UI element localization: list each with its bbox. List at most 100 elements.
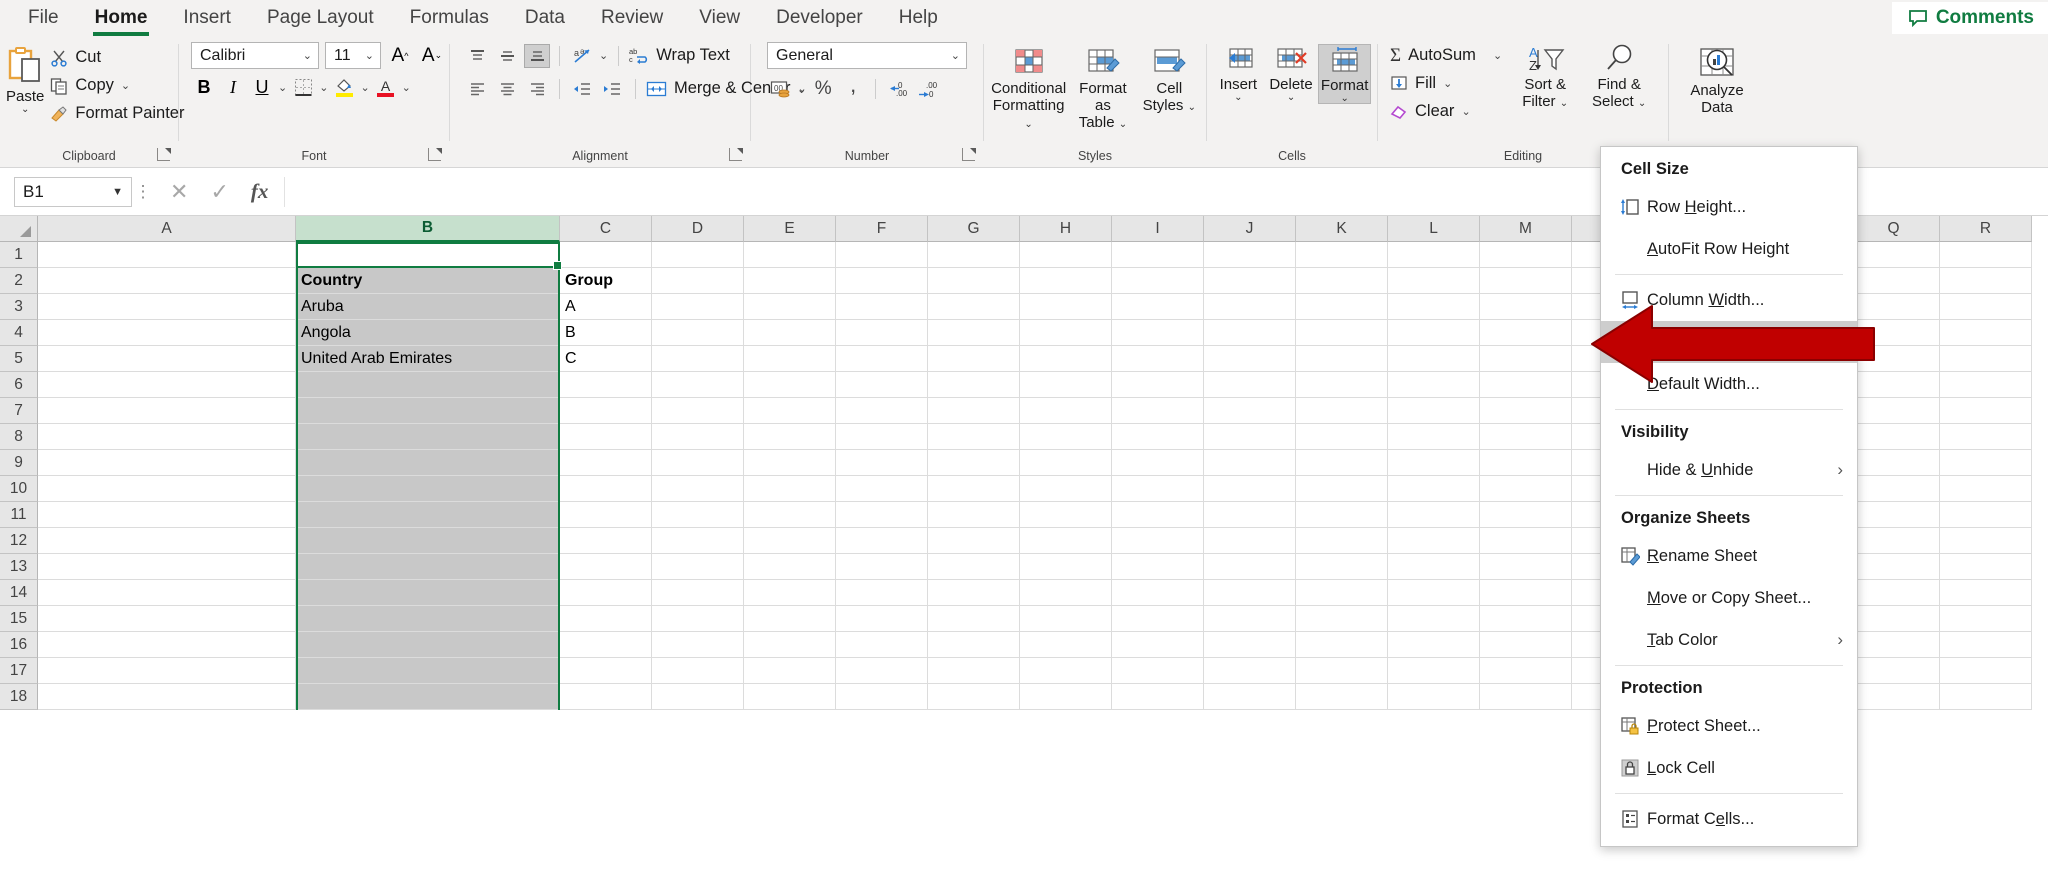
cell-I1[interactable] [1112,242,1204,268]
formula-bar-options-icon[interactable]: ⋮ [132,182,154,202]
cell-B5[interactable]: United Arab Emirates [296,346,560,372]
cell-G11[interactable] [928,502,1020,528]
cell-M8[interactable] [1480,424,1572,450]
cell-C1[interactable] [560,242,652,268]
name-box[interactable]: B1 ▼ [14,177,132,207]
cell-R5[interactable] [1940,346,2032,372]
menu-item-tab-color[interactable]: Tab Color› [1601,619,1857,661]
cell-G7[interactable] [928,398,1020,424]
row-header-9[interactable]: 9 [0,450,38,476]
cell-R12[interactable] [1940,528,2032,554]
cell-J9[interactable] [1204,450,1296,476]
cell-R11[interactable] [1940,502,2032,528]
cell-H3[interactable] [1020,294,1112,320]
cell-F13[interactable] [836,554,928,580]
cell-H11[interactable] [1020,502,1112,528]
align-center-button[interactable] [494,77,520,101]
cell-I16[interactable] [1112,632,1204,658]
fill-chevron[interactable]: ⌄ [1443,77,1452,90]
cell-I6[interactable] [1112,372,1204,398]
cell-A6[interactable] [38,372,296,398]
row-header-16[interactable]: 16 [0,632,38,658]
cell-C15[interactable] [560,606,652,632]
cell-I5[interactable] [1112,346,1204,372]
ribbon-tab-view[interactable]: View [681,0,758,36]
row-header-7[interactable]: 7 [0,398,38,424]
cell-E6[interactable] [744,372,836,398]
cell-B12[interactable] [296,528,560,554]
cell-L5[interactable] [1388,346,1480,372]
accounting-dropdown-chevron[interactable]: ⌄ [797,83,806,96]
menu-item-format-cells[interactable]: Format Cells... [1601,798,1857,840]
cell-Q14[interactable] [1848,580,1940,606]
find-select-button[interactable]: Find & Select ⌄ [1582,42,1656,110]
align-bottom-button[interactable] [524,44,550,68]
cell-R16[interactable] [1940,632,2032,658]
cell-Q10[interactable] [1848,476,1940,502]
column-header-Q[interactable]: Q [1848,216,1940,242]
decrease-font-size-button[interactable]: A⌄ [419,44,445,68]
delete-cells-chevron[interactable]: ⌄ [1287,93,1295,102]
cell-G5[interactable] [928,346,1020,372]
cell-K18[interactable] [1296,684,1388,710]
cell-I2[interactable] [1112,268,1204,294]
cell-F2[interactable] [836,268,928,294]
cell-D18[interactable] [652,684,744,710]
cell-D13[interactable] [652,554,744,580]
cell-R4[interactable] [1940,320,2032,346]
cell-F15[interactable] [836,606,928,632]
cell-K10[interactable] [1296,476,1388,502]
cell-A12[interactable] [38,528,296,554]
cell-L9[interactable] [1388,450,1480,476]
cell-B10[interactable] [296,476,560,502]
paste-dropdown-chevron[interactable]: ⌄ [21,105,29,114]
fill-color-button[interactable] [331,75,357,99]
cell-J7[interactable] [1204,398,1296,424]
ribbon-tab-page-layout[interactable]: Page Layout [249,0,392,36]
row-header-2[interactable]: 2 [0,268,38,294]
column-header-F[interactable]: F [836,216,928,242]
ribbon-tab-review[interactable]: Review [583,0,681,36]
cell-J16[interactable] [1204,632,1296,658]
cell-D10[interactable] [652,476,744,502]
cell-G1[interactable] [928,242,1020,268]
cell-C16[interactable] [560,632,652,658]
cell-F16[interactable] [836,632,928,658]
insert-cells-chevron[interactable]: ⌄ [1234,93,1242,102]
cell-E9[interactable] [744,450,836,476]
cell-A11[interactable] [38,502,296,528]
cell-A1[interactable] [38,242,296,268]
cell-A15[interactable] [38,606,296,632]
cell-Q16[interactable] [1848,632,1940,658]
cell-C11[interactable] [560,502,652,528]
underline-button[interactable]: U [249,75,275,99]
cell-I10[interactable] [1112,476,1204,502]
cell-J12[interactable] [1204,528,1296,554]
cell-L8[interactable] [1388,424,1480,450]
cell-D3[interactable] [652,294,744,320]
cell-F3[interactable] [836,294,928,320]
cell-L13[interactable] [1388,554,1480,580]
borders-dropdown-chevron[interactable]: ⌄ [319,81,328,94]
clipboard-dialog-launcher[interactable] [157,148,170,161]
cell-K4[interactable] [1296,320,1388,346]
cell-J18[interactable] [1204,684,1296,710]
insert-cells-button[interactable]: Insert ⌄ [1213,44,1264,102]
cell-M16[interactable] [1480,632,1572,658]
cell-G6[interactable] [928,372,1020,398]
cell-L4[interactable] [1388,320,1480,346]
cell-J5[interactable] [1204,346,1296,372]
cell-Q11[interactable] [1848,502,1940,528]
cell-H4[interactable] [1020,320,1112,346]
underline-dropdown-chevron[interactable]: ⌄ [278,81,287,94]
cell-M12[interactable] [1480,528,1572,554]
cell-I11[interactable] [1112,502,1204,528]
cell-H7[interactable] [1020,398,1112,424]
cell-F10[interactable] [836,476,928,502]
cell-A9[interactable] [38,450,296,476]
column-header-L[interactable]: L [1388,216,1480,242]
cell-D2[interactable] [652,268,744,294]
cell-J4[interactable] [1204,320,1296,346]
cell-E14[interactable] [744,580,836,606]
cell-R2[interactable] [1940,268,2032,294]
